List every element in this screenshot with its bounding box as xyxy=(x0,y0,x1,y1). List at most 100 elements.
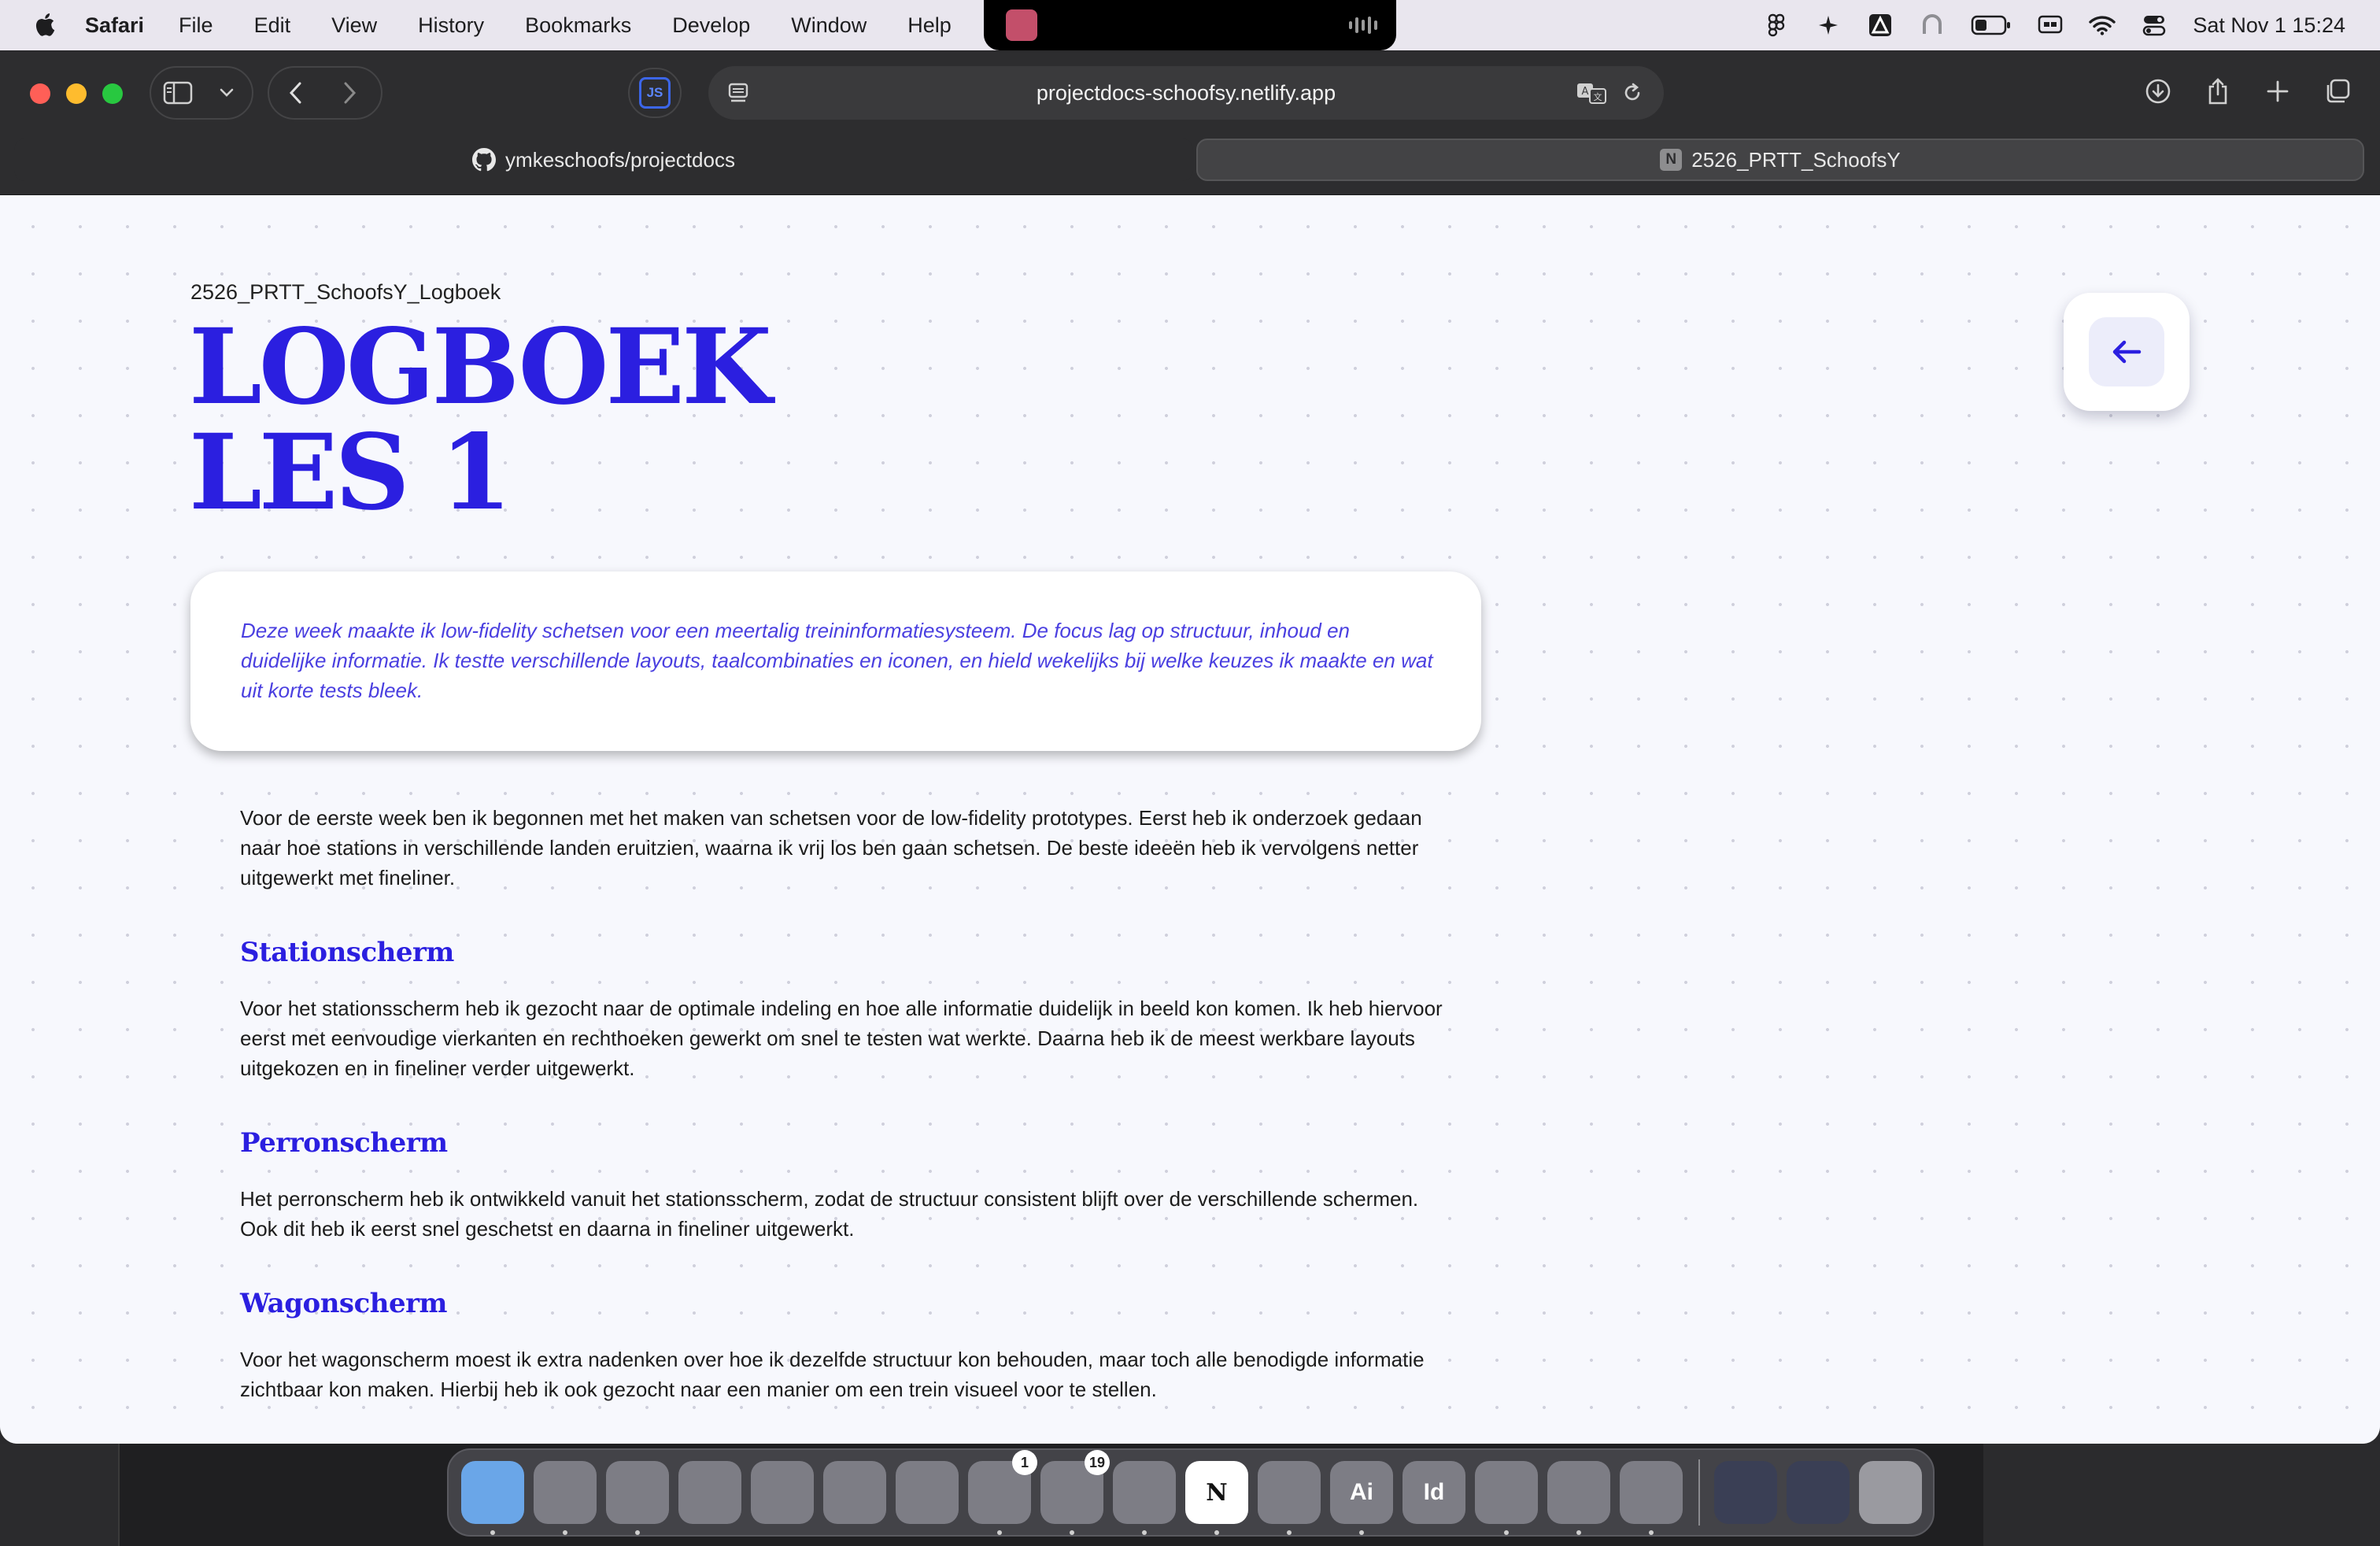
intro-paragraph: Voor de eerste week ben ik begonnen met … xyxy=(240,806,1422,890)
dock-running-indicator xyxy=(563,1530,567,1535)
github-icon xyxy=(472,148,497,172)
dock-safari-icon[interactable] xyxy=(606,1461,669,1535)
downloads-icon[interactable] xyxy=(2130,66,2186,117)
clock[interactable]: Sat Nov 1 15:24 xyxy=(2193,13,2345,38)
page-title: LOGBOEK LES 1 xyxy=(189,306,772,526)
dock-running-indicator xyxy=(1070,1530,1074,1535)
new-tab-icon[interactable] xyxy=(2249,66,2306,117)
menu-develop[interactable]: Develop xyxy=(672,13,750,38)
menu-window[interactable]: Window xyxy=(791,13,867,38)
dock-notion-icon[interactable]: N xyxy=(1185,1461,1248,1535)
headphones-icon[interactable] xyxy=(1919,12,1946,39)
dock-recent-window-1-icon[interactable] xyxy=(1714,1461,1777,1524)
notion-icon: N xyxy=(1660,149,1683,171)
dock-running-indicator xyxy=(997,1530,1002,1535)
menu-history[interactable]: History xyxy=(418,13,484,38)
dock-running-indicator xyxy=(490,1530,495,1535)
share-icon[interactable] xyxy=(2190,66,2246,117)
dock-system-settings-icon[interactable]: 1 xyxy=(968,1450,1037,1535)
menu-file[interactable]: File xyxy=(179,13,213,38)
minimize-window-button[interactable] xyxy=(66,83,87,104)
tab-notion[interactable]: N 2526_PRTT_SchoofsY xyxy=(1196,139,2364,181)
back-nav-button[interactable] xyxy=(269,68,323,118)
control-center-icon[interactable] xyxy=(2141,12,2168,39)
address-bar[interactable]: projectdocs-schoofsy.netlify.app A文 xyxy=(708,66,1664,120)
fullscreen-window-button[interactable] xyxy=(102,83,123,104)
dock-mail-icon[interactable] xyxy=(678,1461,741,1524)
intro-card: Deze week maakte ik low-fidelity schetse… xyxy=(190,571,1481,751)
close-window-button[interactable] xyxy=(30,83,50,104)
sidebar-toggle-group xyxy=(150,66,253,120)
menu-app-name[interactable]: Safari xyxy=(85,13,144,38)
wifi-icon[interactable] xyxy=(2089,12,2116,39)
intro-text: Deze week maakte ik low-fidelity schetse… xyxy=(241,619,1433,702)
section-text-stationscherm: Voor het stationsscherm heb ik gezocht n… xyxy=(240,997,1443,1080)
forward-nav-button[interactable] xyxy=(323,68,376,118)
dock-discord-icon[interactable]: 19 xyxy=(1040,1450,1110,1535)
back-button-inner xyxy=(2089,317,2164,386)
audio-waveform-icon xyxy=(1349,16,1377,35)
dock-running-indicator xyxy=(1576,1530,1581,1535)
battery-icon[interactable] xyxy=(1971,12,2012,39)
tab-github-title: ymkeschoofs/projectdocs xyxy=(505,147,735,172)
dock-running-indicator xyxy=(1142,1530,1147,1535)
figma-menu-icon[interactable] xyxy=(1763,12,1790,39)
web-page: 2526_PRTT_SchoofsY_Logboek LOGBOEK LES 1… xyxy=(0,195,2380,1444)
url-text[interactable]: projectdocs-schoofsy.netlify.app xyxy=(708,66,1664,120)
browser-toolbar: JS projectdocs-schoofsy.netlify.app A文 y… xyxy=(0,52,2380,195)
dock-creative-cloud-icon[interactable] xyxy=(1258,1461,1321,1535)
menu-bookmarks[interactable]: Bookmarks xyxy=(525,13,631,38)
dock-finder-icon[interactable] xyxy=(461,1461,524,1535)
section-heading-wagonscherm: Wagonscherm xyxy=(240,1288,448,1319)
dock-running-indicator xyxy=(1359,1530,1364,1535)
dock-spotify-icon[interactable] xyxy=(1113,1461,1176,1535)
dock-notion-label: N xyxy=(1206,1478,1228,1507)
sidebar-icon[interactable] xyxy=(151,68,205,118)
dock-discord-badge: 19 xyxy=(1084,1450,1110,1475)
tab-notion-title: 2526_PRTT_SchoofsY xyxy=(1691,147,1901,172)
sparkle-icon[interactable] xyxy=(1815,12,1842,39)
now-playing-artwork[interactable] xyxy=(1006,9,1037,41)
dock-trash-icon[interactable] xyxy=(1859,1461,1922,1524)
article-body: Voor de eerste week ben ik begonnen met … xyxy=(240,803,1460,1404)
breadcrumb: 2526_PRTT_SchoofsY_Logboek xyxy=(190,280,501,304)
dock-app-store-icon[interactable] xyxy=(896,1461,959,1524)
section-text-wagonscherm: Voor het wagonscherm moest ik extra nade… xyxy=(240,1348,1425,1401)
dock-freeform-icon[interactable] xyxy=(823,1461,886,1524)
page-title-line-1: LOGBOEK xyxy=(189,306,772,428)
dock-separator xyxy=(1698,1459,1700,1526)
dock-indesign-label: Id xyxy=(1423,1479,1445,1505)
reload-icon[interactable] xyxy=(1613,74,1651,112)
menu-bar: Safari File Edit View History Bookmarks … xyxy=(0,0,2380,50)
chevron-down-icon[interactable] xyxy=(205,68,249,118)
dock-running-indicator xyxy=(635,1530,640,1535)
dock-figma-icon[interactable] xyxy=(1620,1461,1683,1535)
dock-running-indicator xyxy=(1504,1530,1509,1535)
menu-view[interactable]: View xyxy=(331,13,377,38)
dock-usb-drive-icon[interactable] xyxy=(1547,1461,1610,1535)
back-button[interactable] xyxy=(2064,293,2190,411)
tab-overview-icon[interactable] xyxy=(2309,66,2366,117)
dock-vscode-icon[interactable] xyxy=(1475,1461,1538,1535)
js-extension-icon: JS xyxy=(639,77,671,109)
safari-window: JS projectdocs-schoofsy.netlify.app A文 y… xyxy=(0,52,2380,1444)
js-extension-button[interactable]: JS xyxy=(628,68,682,118)
tab-github[interactable]: ymkeschoofs/projectdocs xyxy=(14,139,1193,181)
apple-icon[interactable] xyxy=(31,11,57,38)
translate-icon[interactable]: A文 xyxy=(1572,74,1610,112)
dock-recent-window-2-icon[interactable] xyxy=(1787,1461,1850,1524)
dock-launchpad-icon[interactable] xyxy=(534,1461,597,1535)
vectorworks-icon[interactable] xyxy=(1867,12,1894,39)
toolbar-right xyxy=(2130,66,2366,117)
section-heading-perronscherm: Perronscherm xyxy=(240,1127,448,1159)
dock-indesign-icon[interactable]: Id xyxy=(1402,1461,1465,1524)
dock-illustrator-label: Ai xyxy=(1350,1479,1373,1505)
camera-notch xyxy=(984,0,1396,50)
svg-text:文: 文 xyxy=(1594,91,1602,102)
dock-illustrator-icon[interactable]: Ai xyxy=(1330,1461,1393,1535)
dock-notes-icon[interactable] xyxy=(751,1461,814,1524)
screen-mirroring-icon[interactable] xyxy=(2037,12,2064,39)
menu-help[interactable]: Help xyxy=(907,13,952,38)
arrow-left-icon xyxy=(2112,340,2142,364)
menu-edit[interactable]: Edit xyxy=(254,13,291,38)
